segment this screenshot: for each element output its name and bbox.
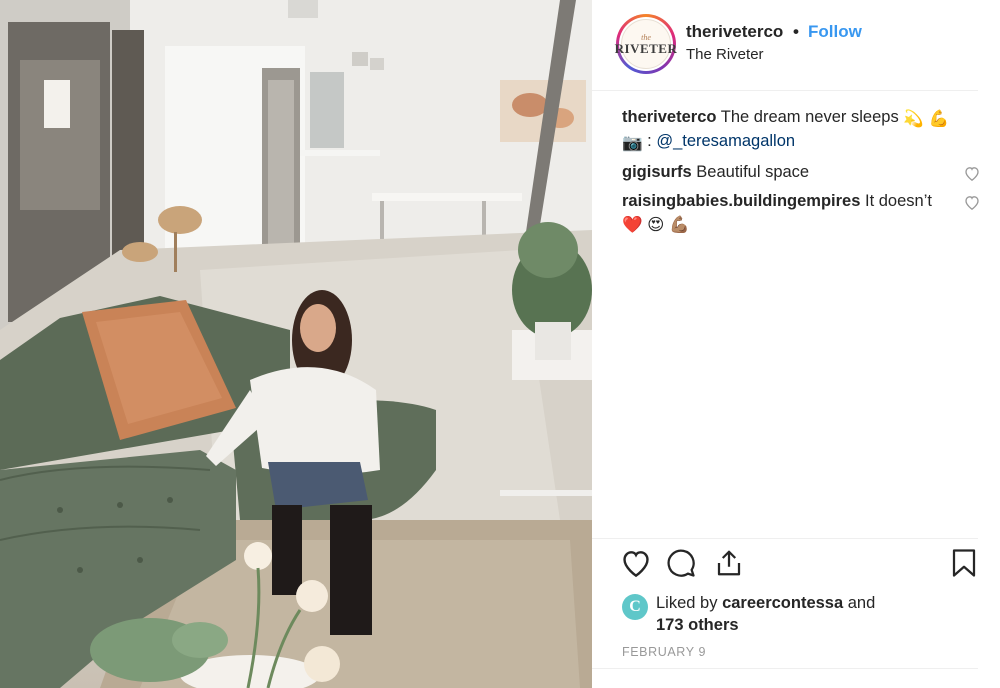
likes-others-count[interactable]: 173 others [656, 616, 739, 634]
comment: gigisurfs Beautiful space [622, 161, 979, 183]
comment-username[interactable]: raisingbabies.buildingempires [622, 192, 860, 210]
dizzy-emoji-icon: 💫 [903, 110, 924, 128]
comment-icon[interactable] [666, 548, 696, 583]
caption-username[interactable]: theriveterco [622, 108, 716, 126]
header-separator-dot: • [793, 22, 799, 41]
red-heart-emoji-icon: ❤️ [622, 216, 643, 234]
location-link[interactable]: The Riveter [686, 46, 764, 63]
like-heart-icon[interactable] [620, 548, 652, 583]
likes-and: and [847, 594, 876, 612]
post-date[interactable]: FEBRUARY 9 [622, 645, 706, 659]
profile-avatar[interactable]: the RIVETER [615, 14, 677, 74]
likes-prefix: Liked by [656, 594, 718, 612]
actions-divider [592, 538, 978, 539]
comment-text: It doesn’t [864, 192, 932, 210]
caption-text: The dream never sleeps [720, 108, 899, 126]
liker-avatar[interactable]: C [622, 594, 648, 620]
comment-like-heart-icon[interactable] [964, 194, 980, 216]
post-header: the RIVETER theriveterco • Follow The Ri… [592, 0, 1000, 90]
comment-text: Beautiful space [696, 163, 810, 181]
share-icon[interactable] [714, 548, 744, 583]
credit-separator: : [647, 132, 652, 150]
header-divider [592, 90, 978, 91]
caption: theriveterco The dream never sleeps 💫 💪 … [622, 106, 978, 154]
comment: raisingbabies.buildingempires It doesn’t… [622, 190, 980, 236]
liker-username[interactable]: careercontessa [722, 594, 843, 612]
follow-button[interactable]: Follow [808, 22, 862, 42]
flexed-bicep-emoji-icon: 💪🏽 [668, 216, 690, 234]
logo-big-text: RIVETER [614, 40, 678, 56]
post-details-panel: the RIVETER theriveterco • Follow The Ri… [592, 0, 1000, 688]
post-photo[interactable] [0, 0, 592, 688]
heart-eyes-emoji-icon: 😍 [647, 216, 665, 234]
photo-illustration [0, 0, 592, 688]
flexed-bicep-emoji-icon: 💪 [928, 110, 949, 128]
credit-handle-link[interactable]: @_teresamagallon [656, 132, 795, 150]
riveter-logo: the RIVETER [615, 19, 677, 69]
header-username[interactable]: theriveterco [686, 22, 783, 42]
camera-emoji-icon: 📷 [622, 134, 643, 152]
comment-username[interactable]: gigisurfs [622, 163, 692, 181]
comments-section: theriveterco The dream never sleeps 💫 💪 … [622, 106, 980, 243]
likes-text: Liked by careercontessa and 173 others [656, 592, 956, 636]
bookmark-icon[interactable] [950, 548, 978, 583]
comment-like-heart-icon[interactable] [964, 165, 980, 187]
footer-divider [592, 668, 978, 669]
action-bar [620, 548, 980, 584]
